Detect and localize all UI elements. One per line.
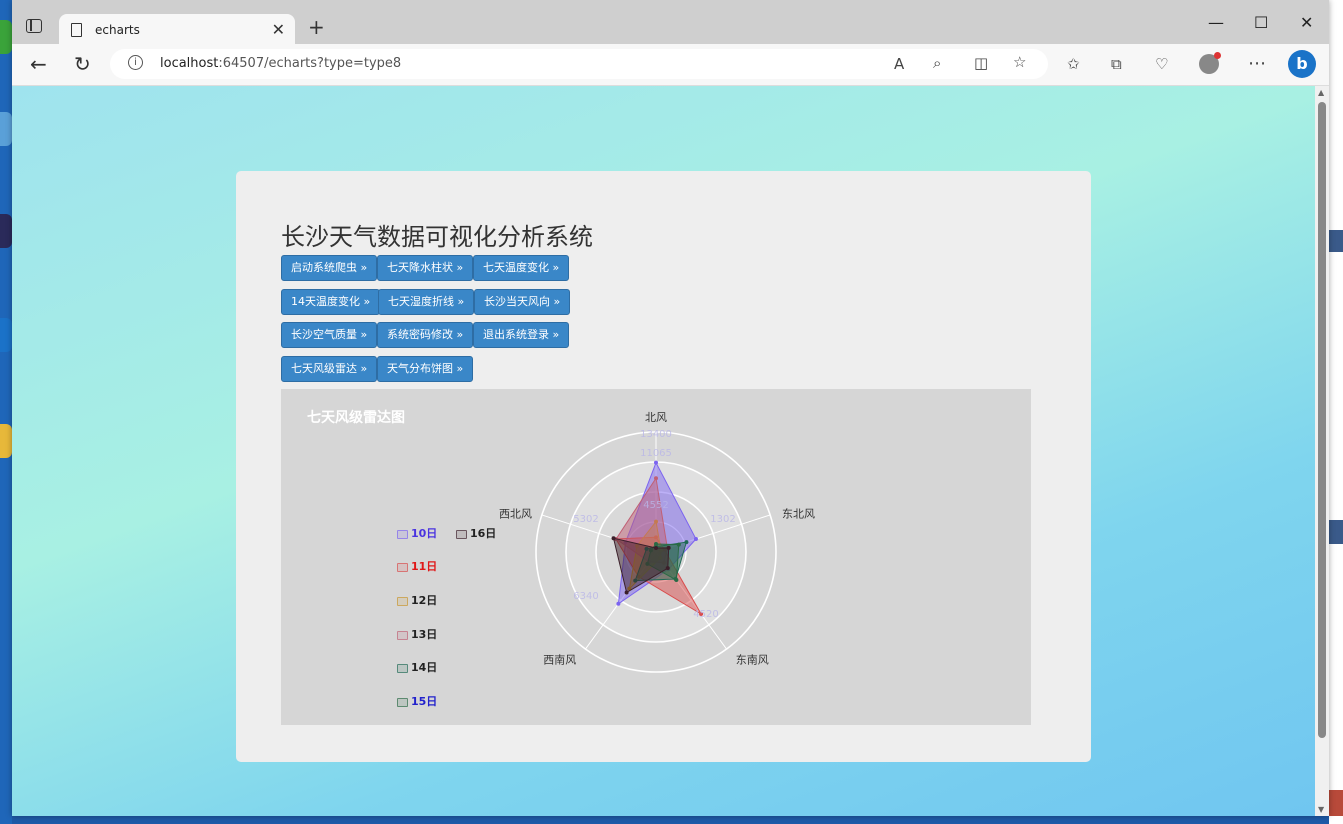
radar-value-label: 6340 (573, 591, 598, 602)
radar-point (624, 590, 629, 595)
collections-icon[interactable]: ⧉ (1111, 55, 1122, 73)
back-icon[interactable]: ← (30, 52, 47, 76)
desktop-app-icon[interactable] (0, 424, 12, 458)
split-screen-icon[interactable]: ◫ (974, 54, 988, 72)
favorites-icon[interactable]: ✩ (1067, 55, 1080, 73)
site-info-icon[interactable]: i (128, 55, 143, 70)
desktop-app-icon[interactable] (0, 214, 12, 248)
desktop-right-strip (1329, 0, 1343, 824)
radar-indicator-label: 东南风 (736, 654, 769, 667)
desktop-app-icon[interactable] (0, 318, 12, 352)
radar-indicator-label: 北风 (645, 411, 667, 424)
scroll-down-icon[interactable]: ▼ (1318, 805, 1324, 814)
tab-title: echarts (95, 23, 140, 37)
browser-toolbar: ← ↻ i localhost:64507/echarts?type=type8… (12, 44, 1329, 86)
button-rainfall-bar[interactable]: 七天降水柱状 » (377, 255, 474, 281)
favorite-star-icon[interactable]: ☆ (1013, 53, 1026, 71)
background-window-fragment (1329, 790, 1343, 816)
radar-point (654, 460, 658, 465)
refresh-icon[interactable]: ↻ (74, 52, 91, 76)
radar-point (665, 566, 670, 571)
radar-value-label: 4520 (693, 609, 718, 620)
button-temperature-14day[interactable]: 14天温度变化 » (281, 289, 381, 315)
radar-point (654, 542, 658, 546)
radar-indicator-label: 东北风 (782, 507, 815, 520)
background-window-fragment (1329, 230, 1343, 252)
browser-essentials-icon[interactable]: ♡ (1155, 55, 1168, 73)
radar-point (674, 578, 679, 583)
button-temperature-7day[interactable]: 七天温度变化 » (473, 255, 570, 281)
page-viewport: 长沙天气数据可视化分析系统 启动系统爬虫 » 七天降水柱状 » 七天温度变化 »… (12, 86, 1315, 816)
button-humidity-line[interactable]: 七天湿度折线 » (378, 289, 475, 315)
button-start-crawler[interactable]: 启动系统爬虫 » (281, 255, 378, 281)
more-menu-icon[interactable]: ⋯ (1248, 53, 1266, 74)
radar-indicator-label: 西北风 (499, 507, 532, 520)
radar-value-label: 1302 (710, 514, 735, 525)
radar-value-label: 11065 (640, 448, 672, 459)
new-tab-icon[interactable]: + (308, 15, 325, 39)
radar-value-label: 13400 (640, 429, 672, 440)
radar-point (684, 540, 689, 545)
page-title: 长沙天气数据可视化分析系统 (281, 223, 593, 251)
radar-value-label: 5302 (573, 514, 598, 525)
url-text: localhost:64507/echarts?type=type8 (160, 56, 402, 71)
bing-copilot-icon[interactable]: b (1288, 50, 1316, 78)
desktop-left-strip (0, 0, 12, 824)
button-logout[interactable]: 退出系统登录 » (473, 322, 570, 348)
radar-point (654, 476, 658, 481)
radar-point (654, 546, 658, 550)
content-card: 长沙天气数据可视化分析系统 启动系统爬虫 » 七天降水柱状 » 七天温度变化 »… (236, 171, 1091, 762)
page-icon (71, 23, 82, 37)
maximize-icon[interactable]: ☐ (1254, 13, 1268, 32)
tab-bar: echarts ✕ + — ☐ ✕ (12, 0, 1329, 46)
radar-chart: 北风东北风东南风 西南风 西北风 13400 11065 4552 1302 5302 6340… (499, 411, 815, 673)
address-bar[interactable]: i localhost:64507/echarts?type=type8 A ⌕… (110, 49, 1048, 79)
zoom-icon[interactable]: ⌕ (933, 54, 941, 72)
desktop-app-icon[interactable] (0, 112, 12, 146)
button-change-password[interactable]: 系统密码修改 » (377, 322, 474, 348)
close-window-icon[interactable]: ✕ (1300, 13, 1313, 32)
scrollbar-thumb[interactable] (1318, 102, 1326, 738)
button-weather-pie[interactable]: 天气分布饼图 » (377, 356, 474, 382)
radar-point (666, 545, 671, 550)
button-air-quality[interactable]: 长沙空气质量 » (281, 322, 378, 348)
radar-point (676, 542, 681, 547)
radar-value-label: 4552 (643, 500, 668, 511)
radar-point (693, 537, 698, 542)
scroll-up-icon[interactable]: ▲ (1318, 88, 1324, 97)
profile-avatar[interactable] (1199, 52, 1221, 74)
radar-indicator-label: 西南风 (543, 654, 576, 667)
radar-point (611, 536, 616, 541)
browser-window: echarts ✕ + — ☐ ✕ ← ↻ i localhost:64507/… (12, 0, 1329, 816)
radar-chart-panel: 七天风级雷达图 10日 16日 11日 12日 13日 14日 15日 北风 东北… (281, 389, 1031, 725)
button-wind-direction[interactable]: 长沙当天风向 » (474, 289, 571, 315)
page-scrollbar[interactable]: ▲ ▼ (1315, 86, 1329, 816)
read-aloud-icon[interactable]: A (894, 55, 904, 73)
button-wind-radar[interactable]: 七天风级雷达 » (281, 356, 378, 382)
minimize-icon[interactable]: — (1208, 13, 1224, 32)
close-tab-icon[interactable]: ✕ (272, 20, 285, 39)
radar-point (616, 601, 621, 606)
background-window-fragment (1329, 520, 1343, 544)
tab-actions-icon[interactable] (26, 19, 42, 33)
tab-active[interactable]: echarts ✕ (59, 14, 295, 46)
desktop-app-icon[interactable] (0, 20, 12, 54)
